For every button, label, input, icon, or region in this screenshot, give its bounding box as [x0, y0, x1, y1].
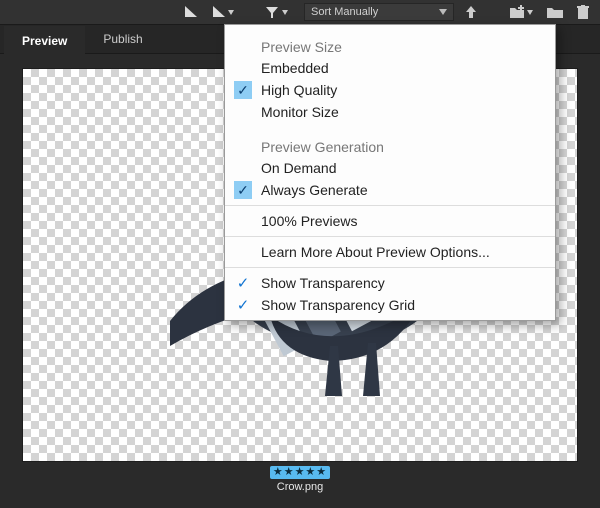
sort-dropdown[interactable]: Sort Manually [304, 3, 454, 21]
item-show-transparency[interactable]: ✓ Show Transparency [225, 272, 555, 294]
toolbar: Sort Manually [0, 0, 600, 24]
item-monitor-size[interactable]: Monitor Size [225, 101, 555, 123]
item-label: Always Generate [261, 182, 368, 198]
item-embedded[interactable]: Embedded [225, 57, 555, 79]
tab-publish[interactable]: Publish [85, 25, 160, 53]
chevron-down-icon [439, 9, 447, 15]
file-name: Crow.png [277, 481, 323, 493]
item-show-transparency-grid[interactable]: ✓ Show Transparency Grid [225, 294, 555, 316]
file-info: ★★★★★ Crow.png [22, 462, 578, 496]
open-folder-icon[interactable] [544, 2, 566, 22]
item-label: Show Transparency Grid [261, 297, 415, 313]
sort-label: Sort Manually [311, 6, 378, 18]
item-label: On Demand [261, 160, 336, 176]
stack-icon[interactable] [180, 2, 202, 22]
stack-dropdown-icon[interactable] [208, 2, 240, 22]
new-folder-plus-icon[interactable] [506, 2, 538, 22]
filter-dropdown-icon[interactable] [262, 2, 294, 22]
item-100-percent-previews[interactable]: 100% Previews [225, 210, 555, 232]
tab-preview[interactable]: Preview [4, 26, 85, 54]
item-high-quality[interactable]: ✓ High Quality [225, 79, 555, 101]
item-label: 100% Previews [261, 213, 358, 229]
check-icon: ✓ [225, 181, 261, 199]
item-always-generate[interactable]: ✓ Always Generate [225, 179, 555, 201]
rating-stars[interactable]: ★★★★★ [270, 466, 330, 479]
preview-options-menu: Preview Size Embedded ✓ High Quality Mon… [224, 24, 556, 321]
item-label: Monitor Size [261, 104, 339, 120]
sort-ascending-icon[interactable] [460, 2, 482, 22]
check-icon: ✓ [225, 81, 261, 99]
item-learn-more[interactable]: Learn More About Preview Options... [225, 241, 555, 263]
item-label: Embedded [261, 60, 329, 76]
section-preview-size: Preview Size [225, 35, 555, 57]
item-on-demand[interactable]: On Demand [225, 157, 555, 179]
item-label: Show Transparency [261, 275, 385, 291]
check-icon: ✓ [225, 296, 261, 314]
section-preview-generation: Preview Generation [225, 135, 555, 157]
menu-divider [225, 205, 555, 206]
trash-icon[interactable] [572, 2, 594, 22]
menu-divider [225, 236, 555, 237]
item-label: Learn More About Preview Options... [261, 244, 490, 260]
check-icon: ✓ [225, 274, 261, 292]
menu-divider [225, 267, 555, 268]
item-label: High Quality [261, 82, 337, 98]
